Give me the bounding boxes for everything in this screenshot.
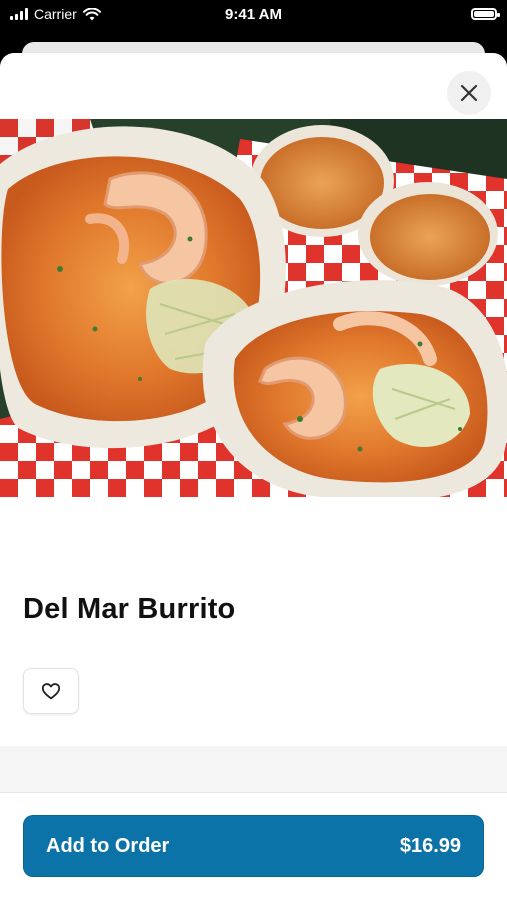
add-to-order-label: Add to Order [46, 834, 170, 857]
item-price: $16.99 [399, 834, 461, 857]
status-time: 9:41 AM [225, 6, 282, 23]
status-bar: Carrier 9:41 AM [0, 0, 507, 32]
section-separator [0, 746, 507, 792]
heart-outline-icon [41, 683, 61, 700]
close-button[interactable] [447, 71, 491, 115]
item-photo [0, 119, 507, 497]
item-detail-sheet: Del Mar Burrito Add to Order $16.99 [0, 53, 507, 900]
favorite-button[interactable] [23, 668, 79, 714]
item-title: Del Mar Burrito [23, 593, 236, 625]
battery-icon [471, 8, 500, 20]
footer-divider [0, 792, 507, 793]
add-to-order-button[interactable]: Add to Order $16.99 [23, 815, 484, 877]
close-icon [460, 84, 478, 102]
